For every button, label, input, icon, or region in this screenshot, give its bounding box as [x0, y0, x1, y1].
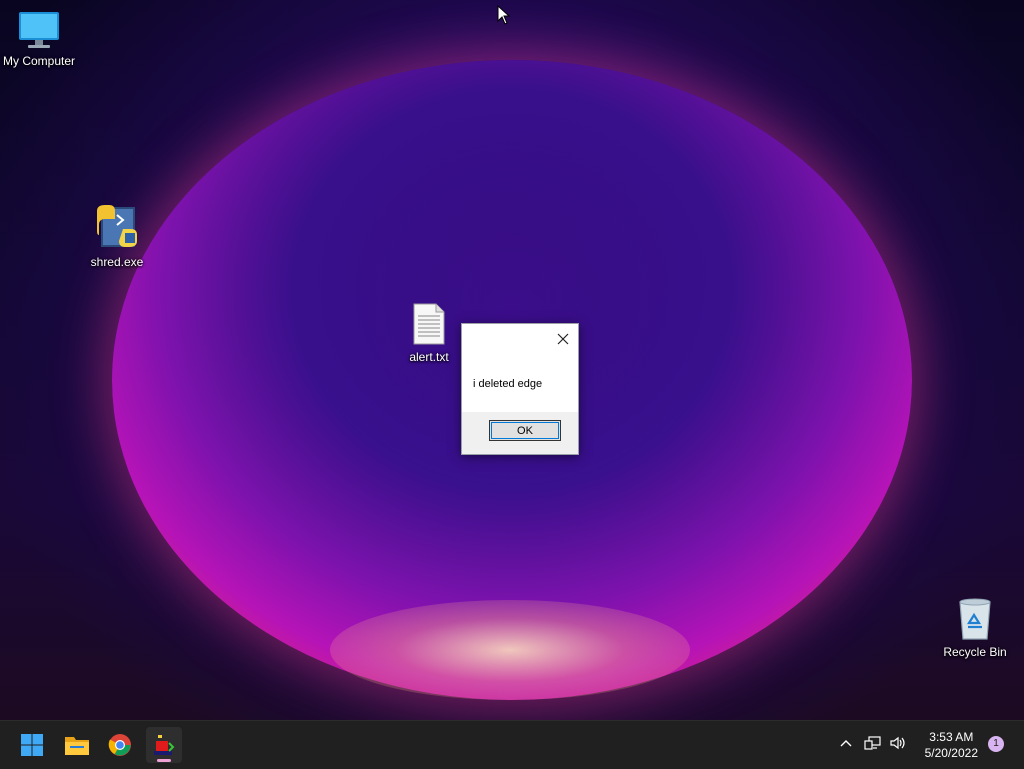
start-icon — [21, 734, 43, 756]
desktop-icon-label: alert.txt — [409, 350, 449, 364]
desktop-icon-recycle-bin[interactable]: Recycle Bin — [933, 597, 1017, 659]
network-icon[interactable] — [864, 735, 882, 751]
app-icon — [154, 735, 175, 755]
taskbar-file-explorer[interactable] — [58, 727, 94, 763]
start-button[interactable] — [14, 727, 50, 763]
active-indicator — [157, 759, 171, 762]
taskbar: 3:53 AM 5/20/2022 1 — [0, 720, 1024, 769]
chrome-icon — [108, 734, 131, 756]
taskbar-chrome[interactable] — [102, 727, 138, 763]
chevron-up-icon[interactable] — [838, 735, 854, 751]
wallpaper-glow — [330, 600, 690, 700]
system-clock[interactable]: 3:53 AM 5/20/2022 — [925, 729, 978, 761]
taskbar-running-app[interactable] — [146, 727, 182, 763]
clock-date: 5/20/2022 — [924, 746, 978, 760]
close-icon[interactable] — [554, 330, 572, 348]
notification-badge[interactable]: 1 — [988, 736, 1004, 752]
message-dialog: i deleted edge OK — [461, 323, 579, 455]
desktop-icon-alert-txt[interactable]: alert.txt — [387, 302, 471, 364]
text-file-icon — [413, 303, 445, 345]
volume-icon[interactable] — [889, 735, 907, 751]
desktop-icon-label: Recycle Bin — [943, 645, 1007, 659]
desktop-icon-label: My Computer — [2, 54, 76, 68]
clock-time: 3:53 AM — [929, 730, 974, 744]
computer-icon — [19, 12, 59, 48]
desktop-icon-my-computer[interactable]: My Computer — [0, 10, 81, 68]
recycle-bin-icon — [959, 598, 991, 640]
mouse-cursor-icon — [497, 5, 511, 25]
python-exe-icon — [97, 205, 137, 247]
dialog-message: i deleted edge — [473, 378, 543, 390]
desktop-icon-shred-exe[interactable]: shred.exe — [75, 203, 159, 269]
desktop-icon-label: shred.exe — [90, 255, 144, 269]
dialog-footer: OK — [462, 412, 578, 454]
ok-button[interactable]: OK — [489, 420, 561, 441]
file-explorer-icon — [65, 737, 89, 755]
